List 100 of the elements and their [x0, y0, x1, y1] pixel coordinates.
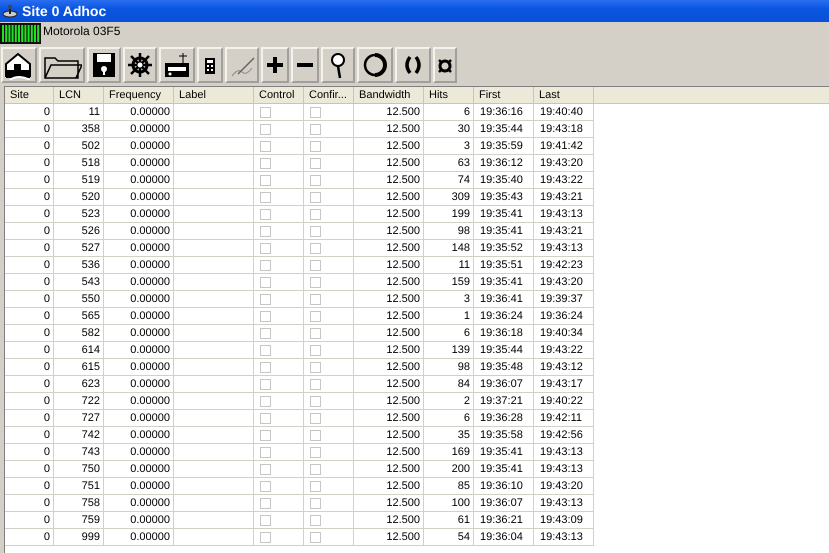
table-cell: 0 [5, 155, 54, 172]
checkbox[interactable] [310, 294, 321, 305]
checkbox[interactable] [260, 430, 271, 441]
table-cell: 0.00000 [104, 104, 174, 121]
checkbox[interactable] [260, 396, 271, 407]
table-cell: 12.500 [354, 257, 424, 274]
checkbox[interactable] [260, 124, 271, 135]
table-cell: 0 [5, 529, 54, 546]
checkbox[interactable] [260, 141, 271, 152]
table-cell: 0.00000 [104, 478, 174, 495]
checkbox[interactable] [310, 107, 321, 118]
checkbox[interactable] [310, 328, 321, 339]
checkbox[interactable] [260, 481, 271, 492]
checkbox[interactable] [310, 124, 321, 135]
checkbox[interactable] [310, 277, 321, 288]
checkbox[interactable] [260, 260, 271, 271]
checkbox[interactable] [310, 243, 321, 254]
checkbox[interactable] [260, 294, 271, 305]
checkbox[interactable] [310, 260, 321, 271]
column-header[interactable]: Confir... [304, 87, 354, 103]
table-cell: 0.00000 [104, 240, 174, 257]
column-header[interactable]: Control [254, 87, 304, 103]
toolbar-button[interactable] [357, 47, 393, 83]
checkbox[interactable] [310, 481, 321, 492]
checkbox[interactable] [260, 158, 271, 169]
toolbar-button[interactable] [433, 47, 457, 83]
signal-meter-icon [0, 23, 41, 44]
checkbox[interactable] [260, 209, 271, 220]
toolbar-button[interactable] [291, 47, 319, 83]
table-cell: 19:36:04 [474, 529, 534, 546]
column-header[interactable]: Site [5, 87, 54, 103]
checkbox[interactable] [260, 328, 271, 339]
checkbox[interactable] [310, 311, 321, 322]
checkbox[interactable] [310, 209, 321, 220]
window-title: Site 0 Adhoc [22, 3, 106, 19]
column-header[interactable]: Bandwidth [354, 87, 424, 103]
table-cell: 19:35:59 [474, 138, 534, 155]
checkbox[interactable] [260, 362, 271, 373]
toolbar-button[interactable] [261, 47, 289, 83]
checkbox[interactable] [310, 532, 321, 543]
table-cell: 19:41:42 [534, 138, 594, 155]
checkbox[interactable] [260, 379, 271, 390]
table-cell: 6 [424, 104, 474, 121]
table-cell: 12.500 [354, 444, 424, 461]
table-cell: 12.500 [354, 512, 424, 529]
toolbar-button[interactable] [197, 47, 223, 83]
table-cell: 722 [54, 393, 104, 410]
checkbox[interactable] [310, 447, 321, 458]
column-header[interactable]: First [474, 87, 534, 103]
table-cell: 0.00000 [104, 495, 174, 512]
table-cell: 6 [424, 325, 474, 342]
table-cell: 19:35:41 [474, 223, 534, 240]
checkbox[interactable] [260, 464, 271, 475]
checkbox[interactable] [260, 311, 271, 322]
checkbox[interactable] [310, 192, 321, 203]
column-header[interactable]: Label [174, 87, 254, 103]
checkbox[interactable] [310, 515, 321, 526]
checkbox[interactable] [310, 413, 321, 424]
checkbox[interactable] [310, 175, 321, 186]
checkbox[interactable] [310, 430, 321, 441]
checkbox[interactable] [310, 396, 321, 407]
table-cell: 19:35:41 [474, 274, 534, 291]
table-cell: 0.00000 [104, 155, 174, 172]
table-cell: 19:43:21 [534, 189, 594, 206]
table-cell: 19:35:52 [474, 240, 534, 257]
checkbox[interactable] [310, 362, 321, 373]
toolbar-button[interactable] [123, 47, 157, 83]
checkbox[interactable] [260, 413, 271, 424]
toolbar-button[interactable] [87, 47, 121, 83]
toolbar-button[interactable] [1, 47, 37, 83]
checkbox[interactable] [260, 447, 271, 458]
toolbar-button[interactable] [159, 47, 195, 83]
checkbox[interactable] [310, 158, 321, 169]
checkbox[interactable] [260, 192, 271, 203]
checkbox[interactable] [260, 515, 271, 526]
table-cell: 0 [5, 325, 54, 342]
table-cell: 0.00000 [104, 172, 174, 189]
checkbox[interactable] [310, 464, 321, 475]
toolbar-button[interactable] [395, 47, 431, 83]
app-icon[interactable] [2, 3, 18, 19]
checkbox[interactable] [260, 498, 271, 509]
column-header[interactable]: Last [534, 87, 594, 103]
table-cell: 12.500 [354, 393, 424, 410]
checkbox[interactable] [310, 379, 321, 390]
column-header[interactable]: Hits [424, 87, 474, 103]
checkbox[interactable] [260, 532, 271, 543]
toolbar-button[interactable] [39, 47, 85, 83]
checkbox[interactable] [260, 345, 271, 356]
checkbox[interactable] [310, 141, 321, 152]
checkbox[interactable] [260, 277, 271, 288]
checkbox[interactable] [310, 345, 321, 356]
checkbox[interactable] [260, 175, 271, 186]
column-header[interactable]: Frequency [104, 87, 174, 103]
checkbox[interactable] [310, 498, 321, 509]
checkbox[interactable] [260, 107, 271, 118]
checkbox[interactable] [260, 226, 271, 237]
checkbox[interactable] [310, 226, 321, 237]
checkbox[interactable] [260, 243, 271, 254]
toolbar-button[interactable] [321, 47, 355, 83]
column-header[interactable]: LCN [54, 87, 104, 103]
